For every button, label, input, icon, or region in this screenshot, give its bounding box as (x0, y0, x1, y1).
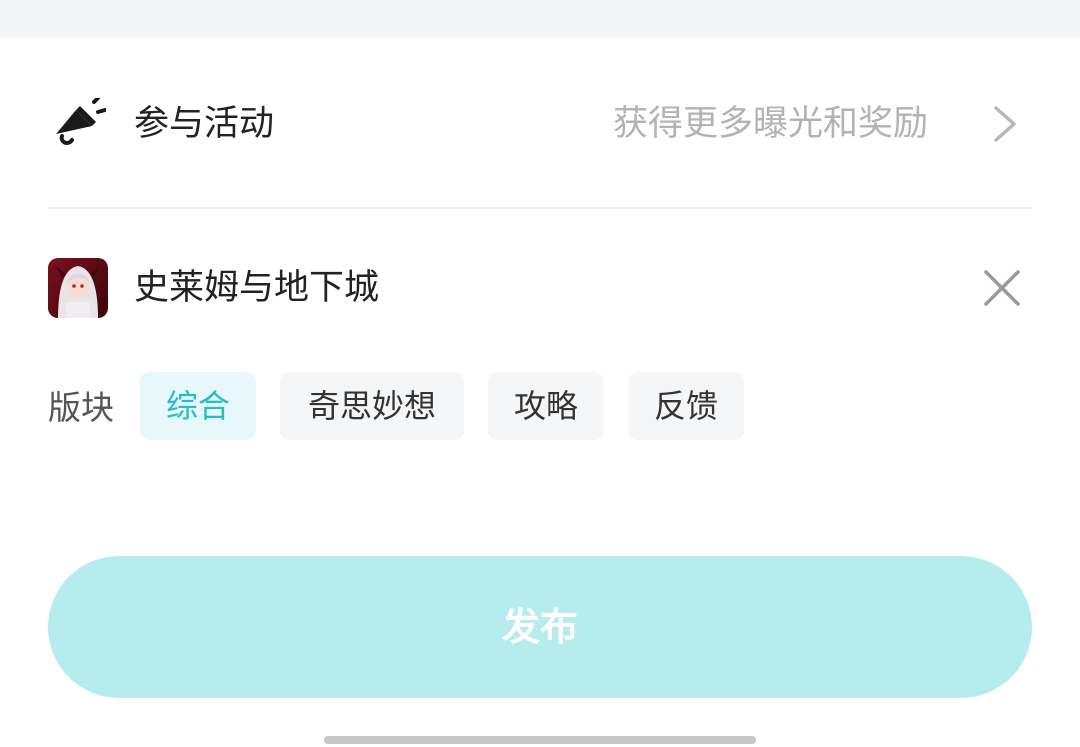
top-strip (0, 0, 1080, 38)
divider (48, 207, 1032, 209)
board-chip-general[interactable]: 综合 (140, 372, 256, 440)
game-avatar (48, 258, 108, 318)
close-icon[interactable] (980, 266, 1024, 310)
activity-hint: 获得更多曝光和奖励 (612, 104, 928, 144)
chevron-right-icon[interactable] (990, 104, 1020, 144)
board-chip-ideas[interactable]: 奇思妙想 (280, 372, 464, 440)
megaphone-icon (56, 98, 106, 145)
activity-row[interactable]: 参与活动 获得更多曝光和奖励 (0, 38, 1080, 208)
publish-button[interactable]: 发布 (48, 556, 1032, 698)
activity-title: 参与活动 (134, 104, 275, 144)
home-indicator (324, 736, 756, 744)
board-chip-feedback[interactable]: 反馈 (628, 372, 744, 440)
board-chip-guides[interactable]: 攻略 (488, 372, 604, 440)
game-title: 史莱姆与地下城 (134, 268, 380, 308)
board-label: 版块 (48, 388, 114, 427)
